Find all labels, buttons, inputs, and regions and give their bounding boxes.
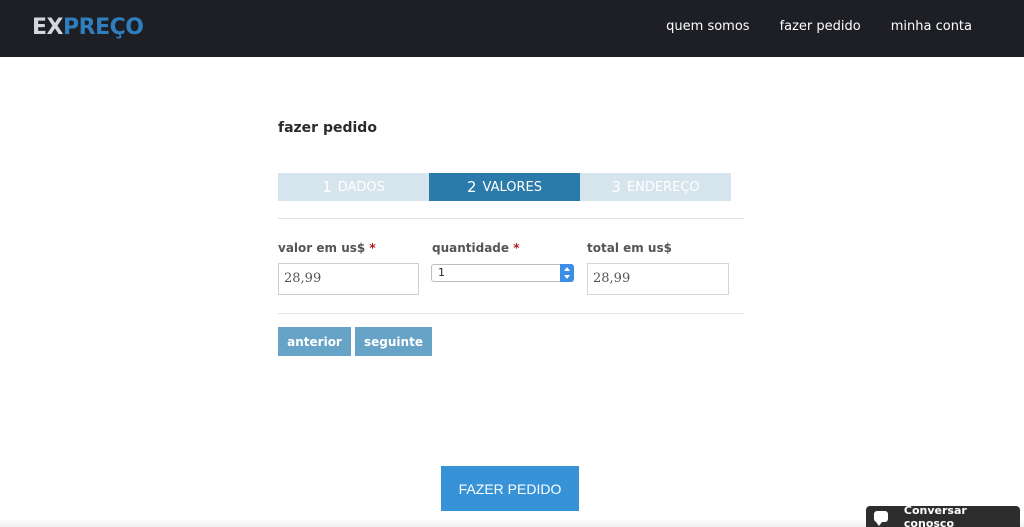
step-dados[interactable]: 1 DADOS xyxy=(278,173,429,201)
total-output: 28,99 xyxy=(587,263,729,295)
nav-link-fazer-pedido[interactable]: fazer pedido xyxy=(780,19,861,34)
wizard-steps: 1 DADOS 2 VALORES 3 ENDEREÇO xyxy=(278,173,731,201)
page-title: fazer pedido xyxy=(278,120,377,136)
divider xyxy=(278,313,744,314)
valor-input[interactable]: 28,99 xyxy=(278,263,419,295)
step-label: VALORES xyxy=(482,179,542,195)
main-nav: quem somos fazer pedido minha conta xyxy=(666,19,972,34)
fazer-pedido-button[interactable]: FAZER PEDIDO xyxy=(441,466,579,511)
anterior-button[interactable]: anterior xyxy=(278,327,351,356)
top-navbar: EXPREÇO quem somos fazer pedido minha co… xyxy=(0,0,1024,57)
chat-widget[interactable]: Conversar conosco xyxy=(866,503,1020,527)
quantidade-select[interactable]: 1 xyxy=(431,264,574,282)
divider xyxy=(278,218,744,219)
step-number: 2 xyxy=(466,178,477,196)
quantidade-label-text: quantidade xyxy=(432,241,510,255)
chat-label: Conversar conosco xyxy=(903,503,967,527)
step-label: DADOS xyxy=(337,179,385,195)
step-number: 1 xyxy=(322,178,332,196)
valor-label: valor em us$ * xyxy=(278,241,376,255)
step-label: ENDEREÇO xyxy=(626,179,700,195)
quantidade-selected-value: 1 xyxy=(438,266,445,279)
logo-preco: PREÇO xyxy=(63,15,144,40)
step-endereco[interactable]: 3 ENDEREÇO xyxy=(580,173,731,201)
step-number: 3 xyxy=(611,178,621,196)
logo[interactable]: EXPREÇO xyxy=(32,15,144,40)
nav-link-quem-somos[interactable]: quem somos xyxy=(666,19,749,34)
nav-link-minha-conta[interactable]: minha conta xyxy=(891,19,972,34)
quantidade-label: quantidade * xyxy=(432,241,520,255)
logo-ex: EX xyxy=(32,15,64,40)
step-valores[interactable]: 2 VALORES xyxy=(429,173,580,201)
required-mark: * xyxy=(513,241,520,255)
seguinte-button[interactable]: seguinte xyxy=(355,327,432,356)
valor-label-text: valor em us$ xyxy=(278,241,366,255)
select-arrows-icon xyxy=(560,264,574,282)
total-label: total em us$ xyxy=(587,241,672,255)
required-mark: * xyxy=(369,241,376,255)
chat-bubble-icon xyxy=(874,511,888,526)
